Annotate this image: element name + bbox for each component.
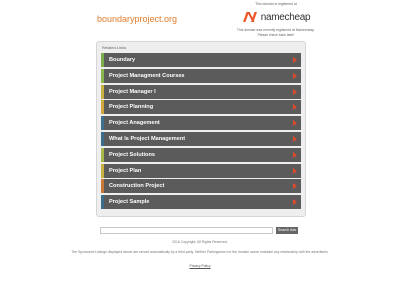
related-links-heading: Related Links	[102, 45, 127, 50]
disclaimer-text: The Sponsored Listings displayed above a…	[71, 250, 329, 254]
arrow-right-icon	[293, 88, 297, 95]
arrow-right-icon	[293, 57, 297, 63]
related-link-label: What Is Project Management	[109, 135, 186, 142]
registrar-panel: This domain is registered at namecheap T…	[232, 2, 320, 38]
namecheap-logo-icon	[242, 12, 257, 22]
search-bar: Search Ads	[100, 227, 298, 235]
arrow-right-icon	[293, 183, 297, 190]
related-link-row[interactable]: Project Sample	[101, 195, 301, 210]
privacy-policy-link[interactable]: Privacy Policy	[60, 264, 340, 268]
related-link-row[interactable]: What Is Project Management	[101, 131, 301, 146]
related-link-row[interactable]: Project Solutions	[101, 147, 301, 162]
namecheap-brand-text: namecheap	[260, 11, 311, 23]
arrow-right-icon	[293, 72, 297, 79]
arrow-right-icon	[293, 199, 297, 206]
copyright-text: 2016 Copyright. All Rights Reserved.	[172, 240, 228, 244]
arrow-right-icon	[293, 151, 297, 158]
related-link-row[interactable]: Project Managment Courses	[101, 68, 301, 83]
arrow-right-icon	[293, 120, 297, 127]
related-link-label: Project Managment Courses	[109, 72, 185, 79]
related-link-label: Boundary	[109, 57, 136, 63]
related-link-row[interactable]: Project Anagement	[101, 116, 301, 131]
arrow-right-icon	[293, 104, 297, 111]
arrow-right-icon	[293, 135, 297, 142]
related-link-row[interactable]: Project Plan	[101, 163, 301, 178]
registrar-description: This domain was recently registered at N…	[236, 28, 316, 37]
related-links-list: Boundary Project Managment Courses Project…	[101, 53, 301, 210]
arrow-right-icon	[293, 167, 297, 174]
related-link-label: Construction Project	[109, 183, 165, 190]
related-link-row[interactable]: Construction Project	[101, 179, 301, 194]
namecheap-logo[interactable]: namecheap	[232, 10, 320, 24]
related-links-box: Related Links Boundary Project Managment …	[96, 41, 306, 217]
related-link-row[interactable]: Project Manager I	[101, 84, 301, 99]
related-link-label: Project Solutions	[109, 151, 155, 158]
related-link-label: Project Sample	[109, 199, 150, 206]
domain-title-link[interactable]: boundaryproject.org	[97, 14, 177, 24]
related-link-label: Project Anagement	[109, 120, 160, 127]
search-ads-button[interactable]: Search Ads	[276, 227, 298, 234]
related-link-row[interactable]: Boundary	[101, 53, 301, 67]
related-link-label: Project Manager I	[109, 88, 156, 95]
related-link-row[interactable]: Project Planning	[101, 100, 301, 115]
related-link-label: Project Planning	[109, 104, 154, 111]
search-input[interactable]	[100, 227, 273, 234]
registrar-note: This domain is registered at	[255, 2, 297, 6]
related-link-label: Project Plan	[109, 167, 142, 174]
